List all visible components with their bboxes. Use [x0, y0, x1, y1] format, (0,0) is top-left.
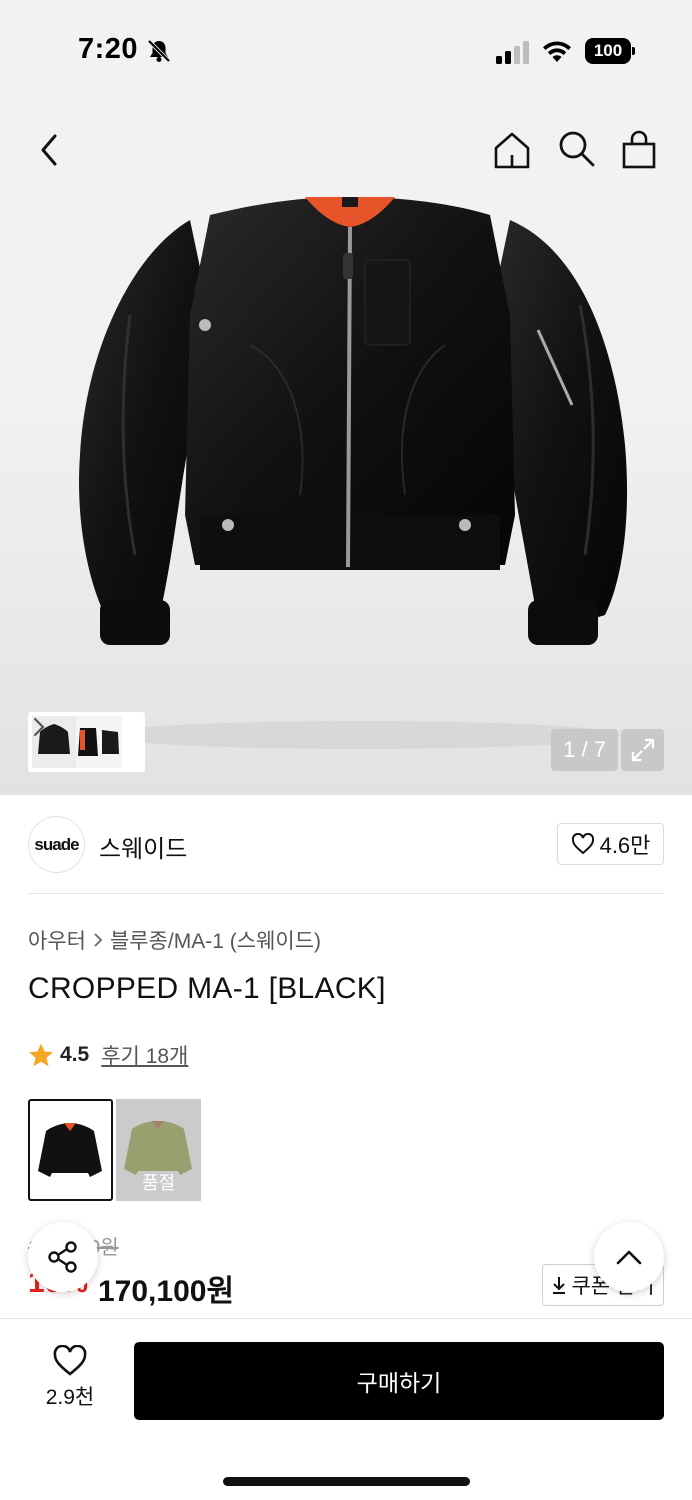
rating-row: 4.5 후기 18개	[28, 1040, 188, 1070]
back-icon[interactable]	[28, 128, 72, 172]
home-icon[interactable]	[490, 128, 534, 172]
expand-image-button[interactable]	[621, 729, 664, 771]
chevron-right-icon	[33, 717, 45, 737]
battery-tip	[632, 47, 635, 55]
brand-like-count: 4.6만	[599, 833, 651, 858]
wishlist-button[interactable]: 2.9천	[28, 1345, 112, 1411]
battery-level: 100	[585, 38, 631, 64]
bell-muted-icon	[147, 39, 171, 63]
star-icon	[29, 1043, 53, 1067]
wifi-icon	[543, 41, 571, 62]
brand-name[interactable]: 스웨이드	[99, 829, 187, 864]
chevron-right-icon	[94, 933, 103, 947]
color-thumbnail-black	[38, 1123, 102, 1177]
bottom-action-bar: 2.9천 구매하기	[0, 1318, 692, 1500]
brand-logo[interactable]: suade	[28, 816, 85, 873]
heart-icon	[571, 833, 594, 855]
status-time: 7:20	[78, 33, 139, 65]
home-indicator	[223, 1477, 470, 1486]
chevron-up-icon	[616, 1250, 642, 1265]
expand-icon	[631, 738, 654, 762]
divider	[28, 893, 664, 894]
scroll-to-top-button[interactable]	[594, 1222, 664, 1292]
heart-icon	[53, 1345, 87, 1376]
image-page-counter: 1 / 7	[551, 729, 618, 771]
breadcrumb-category[interactable]: 아우터	[28, 925, 86, 955]
color-option-khaki[interactable]: 품절	[116, 1099, 201, 1201]
breadcrumb-subcategory[interactable]: 블루종/MA-1 (스웨이드)	[110, 925, 321, 955]
product-image-gallery[interactable]: 1 / 7	[0, 100, 692, 795]
cellular-signal-icon	[496, 41, 529, 64]
rating-value: 4.5	[60, 1043, 90, 1066]
share-icon	[48, 1241, 77, 1273]
battery-indicator: 100	[585, 38, 635, 64]
sold-out-label: 품절	[141, 1173, 176, 1193]
buy-button[interactable]: 구매하기	[134, 1342, 664, 1420]
shopping-bag-icon[interactable]	[617, 128, 661, 172]
search-icon[interactable]	[554, 126, 598, 170]
wishlist-count: 2.9천	[45, 1386, 95, 1409]
gallery-thumbnail-strip[interactable]	[28, 712, 145, 772]
status-bar: 7:20 100	[0, 0, 692, 100]
brand-like-button[interactable]: 4.6만	[557, 823, 664, 865]
product-title: CROPPED MA-1 [BLACK]	[28, 972, 386, 1005]
breadcrumb: 아우터 블루종/MA-1 (스웨이드)	[28, 925, 321, 955]
download-icon	[553, 1277, 566, 1294]
product-photo-jacket	[79, 197, 628, 749]
share-button[interactable]	[28, 1222, 98, 1292]
sale-price: 170,100원	[98, 1275, 235, 1308]
color-option-black[interactable]	[28, 1099, 113, 1201]
review-count-link[interactable]: 후기 18개	[101, 1040, 188, 1070]
